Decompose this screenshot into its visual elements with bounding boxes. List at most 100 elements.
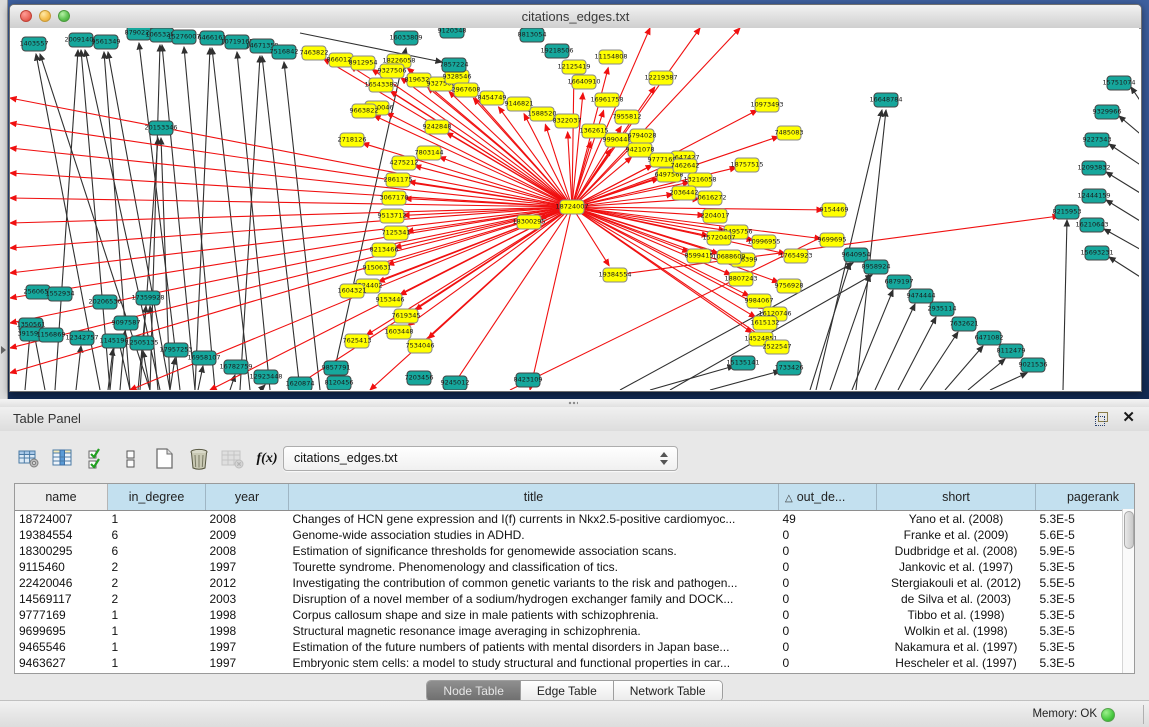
network-edge[interactable] xyxy=(170,358,175,390)
network-view[interactable]: 1872400774638228660128891295418226058932… xyxy=(10,28,1139,390)
network-node[interactable]: 15276007 xyxy=(167,30,200,44)
network-node[interactable]: 8912954 xyxy=(349,56,378,70)
network-window-titlebar[interactable]: citations_edges.txt xyxy=(10,5,1141,29)
network-edge[interactable] xyxy=(1106,172,1139,196)
network-node[interactable]: 1603448 xyxy=(385,325,414,339)
network-node[interactable]: 16648784 xyxy=(869,93,902,107)
network-node[interactable]: 9227343 xyxy=(1083,133,1112,147)
network-node[interactable]: 2036442 xyxy=(670,186,699,200)
network-node[interactable]: 9561349 xyxy=(92,35,121,49)
network-node[interactable]: 3067170 xyxy=(380,191,409,205)
network-node[interactable]: 12125419 xyxy=(557,60,590,74)
column-header-title[interactable]: title xyxy=(289,484,779,511)
column-header-short[interactable]: short xyxy=(877,484,1036,511)
column-header-in-degree[interactable]: in_degree xyxy=(108,484,206,511)
table-row[interactable]: 1938455462009Genome-wide association stu… xyxy=(15,527,1135,543)
network-node[interactable]: 2967608 xyxy=(452,83,481,97)
table-row[interactable]: 1830029562008Estimation of significance … xyxy=(15,543,1135,559)
network-node[interactable]: 7485083 xyxy=(775,126,804,140)
tab-edge-table[interactable]: Edge Table xyxy=(521,681,614,701)
network-node[interactable]: 1145190 xyxy=(100,334,129,348)
network-node[interactable]: 9150631 xyxy=(363,261,392,275)
network-node[interactable]: 8454749 xyxy=(478,91,507,105)
network-node[interactable]: 9984067 xyxy=(745,294,774,308)
network-node[interactable]: 9474444 xyxy=(907,289,936,303)
network-node[interactable]: 10996955 xyxy=(747,235,780,249)
network-node[interactable]: 12923448 xyxy=(249,370,282,384)
network-edge[interactable] xyxy=(450,207,572,390)
network-node[interactable]: 8958924 xyxy=(862,260,891,274)
network-node[interactable]: 13216058 xyxy=(683,173,716,187)
network-node[interactable]: 7534046 xyxy=(406,339,435,353)
network-edge[interactable] xyxy=(810,263,850,390)
table-vertical-scrollbar[interactable] xyxy=(1122,509,1134,673)
network-node[interactable]: 1620874 xyxy=(286,377,315,390)
tab-network-table[interactable]: Network Table xyxy=(614,681,722,701)
network-node[interactable]: 20153346 xyxy=(144,121,177,135)
network-edge[interactable] xyxy=(990,373,1027,390)
network-edge[interactable] xyxy=(1131,87,1139,108)
network-node[interactable]: 18757515 xyxy=(730,158,763,172)
expand-panel-arrow-icon[interactable] xyxy=(1,346,6,354)
network-edge[interactable] xyxy=(1109,144,1139,168)
function-builder-icon[interactable]: f(x) xyxy=(252,445,282,473)
network-node[interactable]: 12505135 xyxy=(125,336,158,350)
network-node[interactable]: 16210643 xyxy=(1075,218,1108,232)
network-node[interactable]: 15720407 xyxy=(702,231,735,245)
column-visibility-icon[interactable] xyxy=(82,445,112,473)
network-edge[interactable] xyxy=(710,371,780,390)
column-header-pagerank[interactable]: pagerank xyxy=(1036,484,1136,511)
table-row[interactable]: 946362711997Embryonic stem cells: a mode… xyxy=(15,655,1135,671)
network-node[interactable]: 6794028 xyxy=(628,129,657,143)
network-edge[interactable] xyxy=(260,385,265,390)
network-node[interactable]: 10973493 xyxy=(750,98,783,112)
network-node[interactable]: 2204017 xyxy=(701,209,730,223)
network-node[interactable]: 8599415 xyxy=(685,249,714,263)
new-table-icon[interactable] xyxy=(150,445,180,473)
network-node[interactable]: 11154808 xyxy=(594,50,627,64)
table-row[interactable]: 1456911722003Disruption of a novel membe… xyxy=(15,591,1135,607)
network-node[interactable]: 15135141 xyxy=(726,356,759,370)
network-node[interactable]: 1552934 xyxy=(46,287,75,301)
network-node[interactable]: 2935114 xyxy=(928,302,957,316)
network-node[interactable]: 7632621 xyxy=(950,317,979,331)
delete-table-icon[interactable] xyxy=(218,445,248,473)
network-node[interactable]: 2718126 xyxy=(338,133,367,147)
network-node[interactable]: 7625413 xyxy=(343,334,372,348)
network-edge[interactable] xyxy=(10,207,572,373)
network-edge[interactable] xyxy=(830,275,870,390)
table-row[interactable]: 2242004622012Investigating the contribut… xyxy=(15,575,1135,591)
network-node[interactable]: 16543382 xyxy=(364,78,397,92)
network-node[interactable]: 9154469 xyxy=(820,203,849,217)
network-node[interactable]: 8423109 xyxy=(514,373,543,387)
network-node[interactable]: 1604321 xyxy=(338,284,367,298)
network-node[interactable]: 12444159 xyxy=(1077,189,1110,203)
network-edge[interactable] xyxy=(1109,257,1139,280)
network-node[interactable]: 15693231 xyxy=(1080,246,1113,260)
network-node[interactable]: 16961758 xyxy=(590,93,623,107)
network-node[interactable]: 18724007 xyxy=(555,200,588,214)
network-node[interactable]: 7203456 xyxy=(405,371,434,385)
table-row[interactable]: 946554611997Estimation of the future num… xyxy=(15,639,1135,655)
network-canvas[interactable]: 1872400774638228660128891295418226058932… xyxy=(10,28,1139,390)
network-node[interactable]: 10688609 xyxy=(712,250,745,264)
network-edge[interactable] xyxy=(875,304,915,390)
column-header-out-de-[interactable]: △out_de... xyxy=(779,484,877,511)
column-header-year[interactable]: year xyxy=(206,484,289,511)
network-node[interactable]: 1156869 xyxy=(37,328,66,342)
table-row[interactable]: 977716911998Corpus callosum shape and si… xyxy=(15,607,1135,623)
scrollbar-thumb[interactable] xyxy=(1124,511,1134,549)
delete-entries-icon[interactable] xyxy=(184,445,214,473)
network-node[interactable]: 2861175 xyxy=(384,173,413,187)
network-node[interactable]: 8322037 xyxy=(553,114,582,128)
table-row[interactable]: 969969511998Structural magnetic resonanc… xyxy=(15,623,1135,639)
network-edge[interactable] xyxy=(25,333,30,390)
network-node[interactable]: 16782759 xyxy=(219,360,252,374)
network-node[interactable]: 9663822 xyxy=(350,104,379,118)
network-edge[interactable] xyxy=(184,47,215,390)
network-node[interactable]: 16033809 xyxy=(389,31,422,45)
network-edge[interactable] xyxy=(198,366,203,390)
float-panel-icon[interactable] xyxy=(1095,412,1109,425)
table-row[interactable]: 1872400712008Changes of HCN gene express… xyxy=(15,511,1135,528)
network-node[interactable]: 9245012 xyxy=(441,376,470,390)
